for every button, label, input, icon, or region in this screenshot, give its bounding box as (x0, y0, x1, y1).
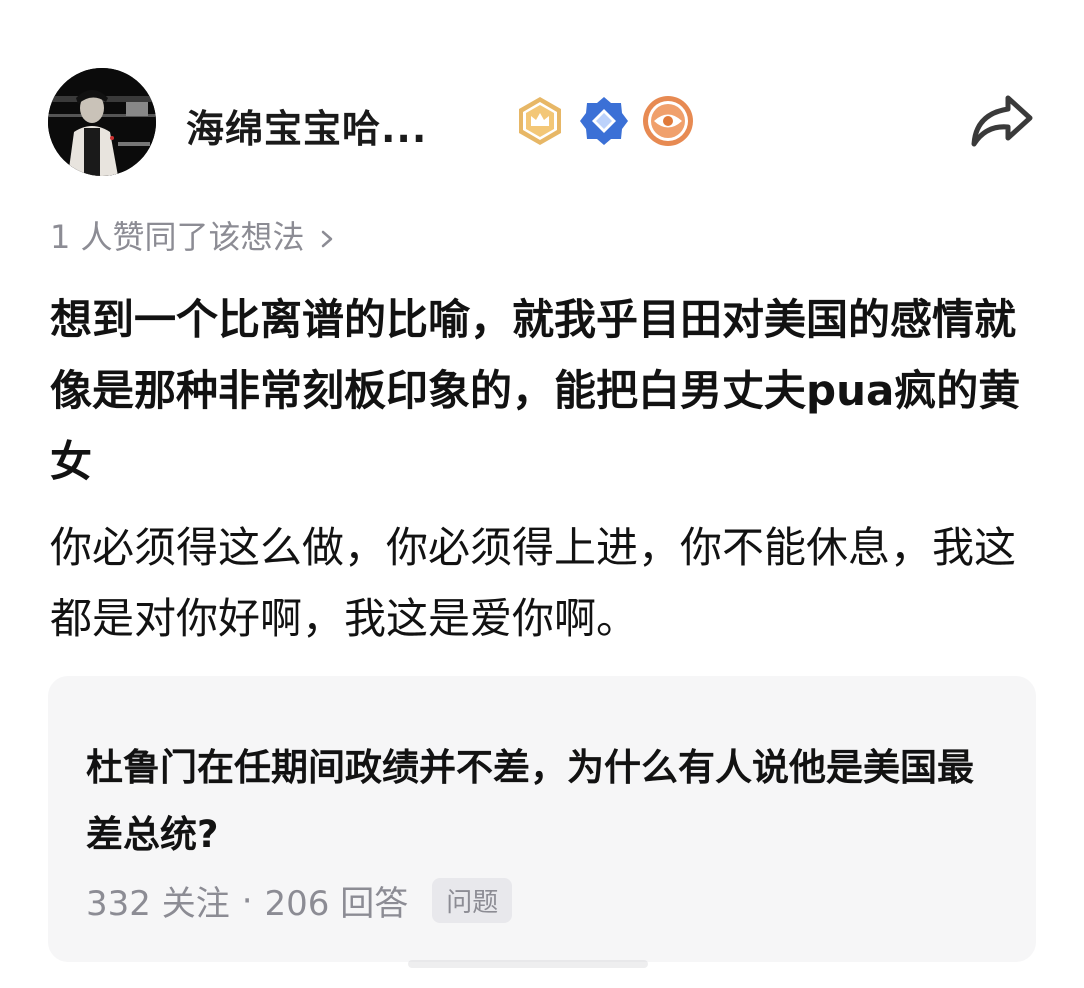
author-name[interactable]: 海绵宝宝哈... (186, 98, 427, 153)
post-title: 想到一个比离谱的比喻，就我乎目田对美国的感情就像是那种非常刻板印象的，能把白男丈… (50, 295, 1021, 486)
followers-count: 332 关注 (86, 884, 230, 924)
diamond-badge-icon[interactable] (578, 95, 630, 147)
question-meta: 332 关注 · 206 回答 问题 (86, 876, 513, 925)
author-badges (514, 95, 694, 147)
share-icon[interactable] (968, 92, 1036, 150)
avatar-image (48, 68, 156, 176)
likes-link[interactable]: 1 人赞同了该想法 (50, 212, 337, 258)
answers-count: 206 回答 (264, 884, 409, 924)
watermark-graphic (408, 960, 648, 968)
likes-text: 1 人赞同了该想法 (50, 218, 305, 256)
meta-separator: · (241, 880, 253, 921)
crown-badge-icon[interactable] (514, 95, 566, 147)
question-tag: 问题 (432, 878, 513, 923)
post-body: 你必须得这么做，你必须得上进，你不能休息，我这都是对你好啊，我这是爱你啊。 (50, 523, 1017, 643)
avatar[interactable] (48, 68, 156, 176)
chevron-right-icon (321, 230, 332, 248)
eye-badge-icon[interactable] (642, 95, 694, 147)
question-card[interactable]: 杜鲁门在任期间政绩并不差，为什么有人说他是美国最差总统? 332 关注 · 20… (48, 676, 1036, 962)
question-title[interactable]: 杜鲁门在任期间政绩并不差，为什么有人说他是美国最差总统? (86, 734, 1006, 868)
post-header: 海绵宝宝哈... (48, 68, 1038, 176)
post-page: 海绵宝宝哈... 1 人赞同了该想法 想到一个比离谱的比喻，就我乎目田对美国的感… (0, 0, 1084, 988)
